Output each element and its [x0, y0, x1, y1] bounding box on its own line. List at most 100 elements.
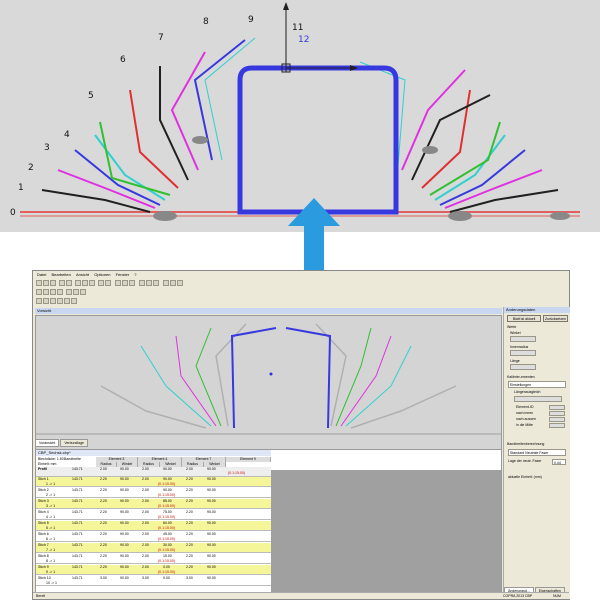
table-row[interactable]: Stich 2 143.71 2 -> 1 2.20 90.00 2.00 90.00 2.2… [36, 488, 271, 498]
label-6: 6 [120, 55, 126, 65]
menu-fenster[interactable]: Fenster [116, 271, 130, 279]
print-icon[interactable] [98, 280, 104, 286]
table-row[interactable]: Stich 6 143.71 6 -> 1 2.20 90.00 2.00 45.00 2.2… [36, 532, 271, 542]
menu-datei[interactable]: Datei [37, 271, 46, 279]
preview-svg [36, 323, 501, 435]
innenradius-field[interactable] [510, 350, 536, 356]
cell-r2: 3.00 [142, 576, 149, 580]
profil-row: Profil 143.71 2.00 90.00 2.00 90.00 2.00… [36, 467, 271, 477]
cell-red: (0.1:15.00) [158, 504, 175, 508]
copy-icon[interactable] [82, 280, 88, 286]
table-row[interactable]: Stich 7 143.71 7 -> 1 2.20 90.00 2.00 30.00 2.2… [36, 543, 271, 553]
fit-icon[interactable] [66, 289, 72, 295]
blatt-aktuell-button[interactable]: Blatt ist aktuell [507, 315, 541, 322]
table-row[interactable]: Stich 10 143.71 10 -> 1 3.00 90.00 3.00 0.00 3.… [36, 576, 271, 586]
preview-stage-r3 [340, 335, 392, 427]
hv-4: 90.00 [163, 467, 172, 471]
cell-r3: 2.20 [186, 521, 193, 525]
arc-icon[interactable] [50, 298, 56, 304]
cell-r2: 2.00 [142, 499, 149, 503]
select-icon[interactable] [36, 289, 42, 295]
new-icon[interactable] [36, 280, 42, 286]
redo-icon[interactable] [66, 280, 72, 286]
einstellungen-select[interactable]: Einstellungen [508, 381, 566, 388]
menu-optionen[interactable]: Optionen [94, 271, 110, 279]
status-left: Bereit [36, 594, 46, 598]
tab-verbundlage[interactable]: Verbundlage [60, 439, 89, 447]
winkel-field[interactable] [510, 336, 536, 342]
draw-icon[interactable] [36, 298, 42, 304]
label-0: 0 [10, 208, 16, 218]
label-3: 3 [44, 143, 50, 153]
status-bar: Bereit COPRA 2013 CBP NUM [33, 592, 569, 599]
table-row[interactable]: Stich 5 143.71 5 -> 1 2.20 90.00 2.00 60.00 2.2… [36, 521, 271, 531]
nach-innen-field[interactable] [549, 411, 565, 416]
table-row[interactable]: Stich 4 143.71 4 -> 1 2.20 90.00 2.00 75.00 2.2… [36, 510, 271, 520]
cell-val: 143.71 [72, 576, 83, 580]
table-row[interactable]: Stich 9 143.71 9 -> 1 2.20 90.00 2.00 0.00 2.20… [36, 565, 271, 575]
zoom-icon[interactable] [105, 280, 111, 286]
laengenausgleich-select[interactable] [514, 396, 562, 402]
save-icon[interactable] [50, 280, 56, 286]
pan-icon[interactable] [43, 289, 49, 295]
flower-icon[interactable] [71, 298, 77, 304]
profil-label: Profil [38, 467, 47, 471]
menu-bearbeiten[interactable]: Bearbeiten [51, 271, 70, 279]
label-9: 9 [248, 15, 254, 25]
tool-icon-d[interactable] [139, 280, 145, 286]
cell-sub: 9 -> 1 [46, 570, 56, 574]
edit-icon[interactable] [64, 298, 70, 304]
cell-sub: 6 -> 1 [46, 537, 56, 541]
table-row[interactable]: Stich 1 143.71 1 -> 1 2.20 90.00 2.00 90.00 2.2… [36, 477, 271, 487]
zoom-out-icon[interactable] [57, 289, 63, 295]
tool-icon-a[interactable] [115, 280, 121, 286]
in-die-mitte-field[interactable] [549, 423, 565, 428]
laenge-field[interactable] [510, 364, 536, 370]
check-icon[interactable] [57, 298, 63, 304]
tool-icon-i[interactable] [177, 280, 183, 286]
menu-ansicht[interactable]: Ansicht [76, 271, 89, 279]
lage-field[interactable]: 0.44 [552, 459, 566, 465]
cell-sub: 4 -> 1 [46, 515, 56, 519]
preview-pane[interactable] [35, 315, 502, 462]
preview-stage-6 [230, 327, 277, 429]
cell-r2: 2.00 [142, 510, 149, 514]
cell-w1: 90.00 [120, 477, 129, 481]
cut-icon[interactable] [75, 280, 81, 286]
reset-button[interactable]: Zurücksetzen [543, 315, 568, 322]
nach-aussen-field[interactable] [549, 417, 565, 422]
paste-icon[interactable] [89, 280, 95, 286]
tool-icon-c[interactable] [129, 280, 135, 286]
lage-label: Lage der neutr. Faser [508, 459, 542, 463]
tab-voransicht[interactable]: Voransicht [35, 439, 60, 447]
cell-val: 143.71 [72, 510, 83, 514]
tool-icon-e[interactable] [146, 280, 152, 286]
grid-icon[interactable] [73, 289, 79, 295]
tool-icon-h[interactable] [170, 280, 176, 286]
element-id-field[interactable] [549, 405, 565, 410]
cell-w3: 90.00 [207, 554, 216, 558]
line-icon[interactable] [43, 298, 49, 304]
table-row[interactable]: Stich 8 143.71 8 -> 1 2.20 90.00 2.00 15.00 2.2… [36, 554, 271, 564]
preview-stage-r6 [285, 327, 332, 429]
menu-help[interactable]: ? [134, 271, 136, 279]
cell-w3: 90.00 [207, 477, 216, 481]
tool-icon-g[interactable] [163, 280, 169, 286]
tool-icon-b[interactable] [122, 280, 128, 286]
cell-r1: 2.20 [100, 554, 107, 558]
nach-innen-label: nach innen [516, 411, 534, 415]
table-row[interactable]: Stich 3 143.71 3 -> 1 2.20 90.00 2.00 85.00 2.2… [36, 499, 271, 509]
stitch-table: CBP_Sechsk.cbp* Blechdicke: 1.50 Einheit… [35, 449, 502, 597]
undo-icon[interactable] [59, 280, 65, 286]
tool-icon-f[interactable] [153, 280, 159, 286]
form-select[interactable]: Standard Neutrale Faser [508, 449, 566, 456]
open-icon[interactable] [43, 280, 49, 286]
bandbreite-label: Bandbreite [64, 457, 81, 461]
toolbar-3 [33, 298, 569, 306]
cell-r2: 2.00 [142, 543, 149, 547]
measure-icon[interactable] [80, 289, 86, 295]
cell-w1: 90.00 [120, 521, 129, 525]
zoom-in-icon[interactable] [50, 289, 56, 295]
cell-red: (0.1:15.00) [158, 515, 175, 519]
stage-5 [99, 121, 171, 196]
